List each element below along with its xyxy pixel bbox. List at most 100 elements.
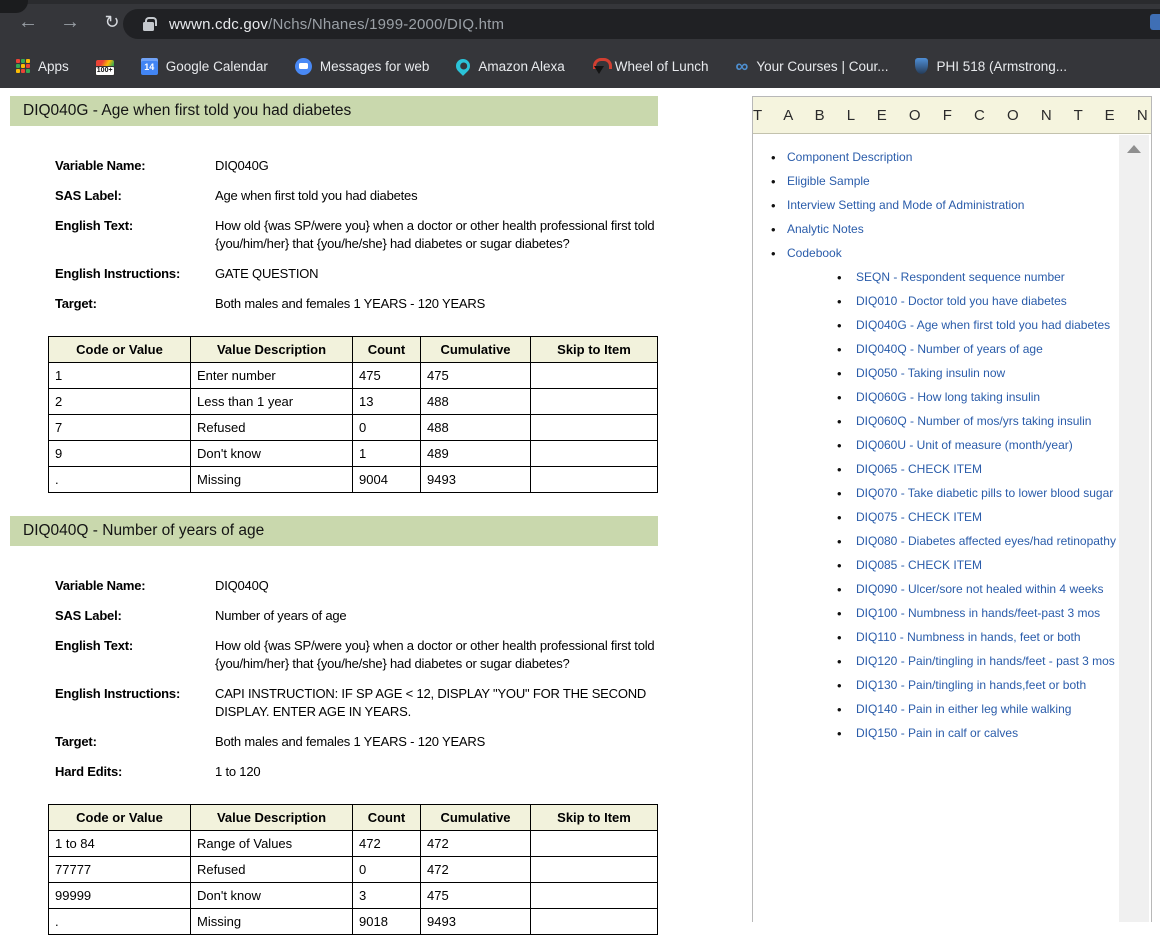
toc-link[interactable]: DIQ050 - Taking insulin now [856,366,1005,380]
bookmark-label: Amazon Alexa [478,59,564,74]
table-cell-count: 472 [353,831,421,857]
table-cell-count: 1 [353,441,421,467]
bookmark-wheel-of-lunch[interactable]: Wheel of Lunch [592,58,709,74]
toc-link[interactable]: SEQN - Respondent sequence number [856,270,1065,284]
toc-link[interactable]: Codebook [787,246,842,260]
toc-link[interactable]: Analytic Notes [787,222,864,236]
bookmarks-bar: Apps 100+ 14 Google Calendar Messages fo… [0,44,1160,88]
address-bar[interactable]: wwwn.cdc.gov/Nchs/Nhanes/1999-2000/DIQ.h… [123,9,1160,39]
toc-link[interactable]: DIQ040Q - Number of years of age [856,342,1043,356]
bookmark-apps[interactable]: Apps [16,59,69,74]
toc-item: DIQ040Q - Number of years of age [753,341,1117,358]
toc-item: DIQ060G - How long taking insulin [753,389,1117,406]
bookmark-amazon-alexa[interactable]: Amazon Alexa [456,59,564,74]
table-cell-code: 77777 [49,857,191,883]
variable-fields: Variable Name: DIQ040G SAS Label: Age wh… [55,157,658,313]
toc-link[interactable]: DIQ060G - How long taking insulin [856,390,1040,404]
table-cell-count: 3 [353,883,421,909]
toc-link[interactable]: DIQ060Q - Number of mos/yrs taking insul… [856,414,1091,428]
code-value-table: Code or Value Value Description Count Cu… [48,336,658,493]
table-cell-cumulative: 489 [421,441,531,467]
bookmark-google-calendar[interactable]: 14 Google Calendar [141,58,268,75]
url-text: wwwn.cdc.gov/Nchs/Nhanes/1999-2000/DIQ.h… [169,16,504,33]
field-value: DIQ040G [215,157,670,175]
table-cell-description: Don't know [191,883,353,909]
table-header-cell: Cumulative [421,337,531,363]
table-cell-skip [531,831,658,857]
scroll-up-button[interactable] [1119,135,1149,163]
table-cell-description: Enter number [191,363,353,389]
field-label: Hard Edits: [55,763,215,781]
toc-link[interactable]: DIQ100 - Numbness in hands/feet-past 3 m… [856,606,1100,620]
url-host: wwwn.cdc.gov [169,16,268,33]
toc-link[interactable]: DIQ080 - Diabetes affected eyes/had reti… [856,534,1116,548]
toc-link[interactable]: DIQ075 - CHECK ITEM [856,510,982,524]
field-value: 1 to 120 [215,763,670,781]
table-cell-skip [531,363,658,389]
bookmark-label: Apps [38,59,69,74]
bookmark-label: Wheel of Lunch [615,59,709,74]
forward-button[interactable]: → [56,9,84,35]
lock-icon[interactable] [143,22,154,31]
toc-link[interactable]: DIQ065 - CHECK ITEM [856,462,982,476]
toc-link[interactable]: DIQ040G - Age when first told you had di… [856,318,1110,332]
bookmark-phi-518[interactable]: PHI 518 (Armstrong... [915,58,1067,74]
toc-link[interactable]: DIQ120 - Pain/tingling in hands/feet - p… [856,654,1115,668]
browser-chrome: ← → ↻ wwwn.cdc.gov/Nchs/Nhanes/1999-2000… [0,0,1160,88]
toc-link[interactable]: DIQ010 - Doctor told you have diabetes [856,294,1067,308]
back-button[interactable]: ← [14,9,42,35]
table-cell-code: . [49,467,191,493]
bookmark-gmail[interactable]: 100+ [96,60,114,73]
toc-link[interactable]: Component Description [787,150,912,164]
toc-link[interactable]: DIQ150 - Pain in calf or calves [856,726,1018,740]
toc-item: DIQ150 - Pain in calf or calves [753,725,1117,742]
toc-link[interactable]: DIQ090 - Ulcer/sore not healed within 4 … [856,582,1103,596]
table-cell-code: 1 [49,363,191,389]
toc-link[interactable]: DIQ060U - Unit of measure (month/year) [856,438,1073,452]
table-header-cell: Count [353,805,421,831]
reload-button[interactable]: ↻ [98,9,126,35]
section-title: DIQ040Q - Number of years of age [10,516,658,546]
toc-item: DIQ060Q - Number of mos/yrs taking insul… [753,413,1117,430]
toc-link[interactable]: DIQ110 - Numbness in hands, feet or both [856,630,1081,644]
toc-scrollbar[interactable] [1119,135,1149,922]
table-row: 9 Don't know 1 489 [49,441,658,467]
bookmark-cutoff-icon[interactable] [1150,14,1160,30]
toc-item: Codebook [753,245,1117,262]
bookmark-your-courses[interactable]: ∞ Your Courses | Cour... [736,58,889,74]
page-content: DIQ040G - Age when first told you had di… [0,88,1160,921]
toc-item: DIQ050 - Taking insulin now [753,365,1117,382]
table-cell-cumulative: 488 [421,415,531,441]
table-cell-description: Missing [191,467,353,493]
toc-link[interactable]: DIQ140 - Pain in either leg while walkin… [856,702,1071,716]
bookmark-messages[interactable]: Messages for web [295,58,430,75]
table-header-cell: Code or Value [49,337,191,363]
toc-link[interactable]: Interview Setting and Mode of Administra… [787,198,1024,212]
toc-link[interactable]: DIQ130 - Pain/tingling in hands,feet or … [856,678,1086,692]
toc-link[interactable]: DIQ085 - CHECK ITEM [856,558,982,572]
variable-section-diq040q: DIQ040Q - Number of years of age Variabl… [10,516,658,935]
toc-list: Component Description Eligible Sample In… [753,135,1117,922]
toc-item: DIQ085 - CHECK ITEM [753,557,1117,574]
toc-item: DIQ090 - Ulcer/sore not healed within 4 … [753,581,1117,598]
table-row: 77777 Refused 0 472 [49,857,658,883]
field-value: DIQ040Q [215,577,670,595]
toc-link[interactable]: DIQ070 - Take diabetic pills to lower bl… [856,486,1113,500]
table-row: 7 Refused 0 488 [49,415,658,441]
table-cell-skip [531,883,658,909]
field-label: Target: [55,733,215,751]
toc-item: Analytic Notes [753,221,1117,238]
table-header-cell: Code or Value [49,805,191,831]
field-value: How old {was SP/were you} when a doctor … [215,217,670,253]
toc-link[interactable]: Eligible Sample [787,174,870,188]
field-label: English Instructions: [55,685,215,721]
canvas-infinity-icon: ∞ [736,58,749,74]
window-top-edge [0,0,1160,4]
toc-item: DIQ075 - CHECK ITEM [753,509,1117,526]
table-cell-cumulative: 472 [421,831,531,857]
toc-item: DIQ080 - Diabetes affected eyes/had reti… [753,533,1117,550]
alexa-pin-icon [454,56,474,76]
table-cell-cumulative: 472 [421,857,531,883]
table-cell-count: 0 [353,857,421,883]
toc-item: DIQ120 - Pain/tingling in hands/feet - p… [753,653,1117,670]
